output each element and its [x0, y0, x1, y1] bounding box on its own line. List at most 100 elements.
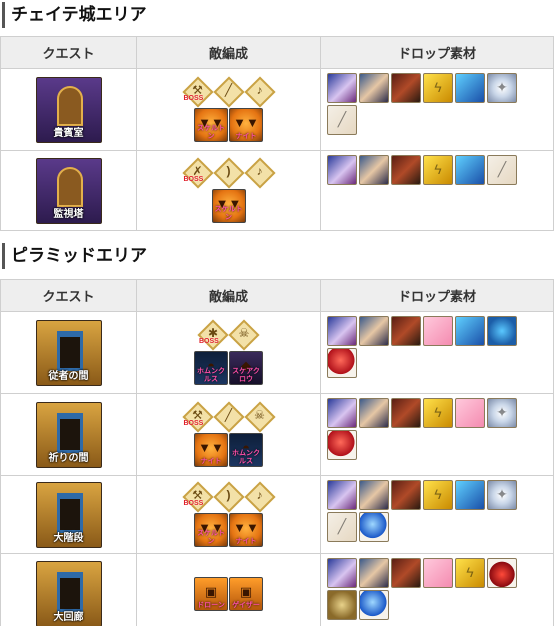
beast-card-icon[interactable]	[391, 558, 421, 588]
enemy-portrait-pumpkin[interactable]: ▼▼ ナイト	[194, 433, 228, 467]
cone-item-icon[interactable]	[455, 480, 485, 510]
table-row: 大回廊 ▣ ドローン ▣ ゲイザー ϟ	[0, 553, 554, 626]
drops-cell: ϟ ✦ ╱	[320, 475, 554, 554]
enemy-group: ⚒ BOSS) ♪ ▼▼ スケルトン ▼▼ ナイト	[137, 480, 320, 549]
door-icon	[56, 412, 83, 453]
red-drop-icon[interactable]	[487, 558, 517, 588]
red-orb-icon[interactable]	[327, 348, 357, 378]
staff-item-icon[interactable]: ╱	[327, 105, 357, 135]
pink-item-icon[interactable]	[455, 398, 485, 428]
beast-card-icon[interactable]	[391, 480, 421, 510]
quest-thumbnail[interactable]: 大階段	[35, 481, 102, 548]
lightning-item-icon[interactable]: ϟ	[423, 398, 453, 428]
enemy-cell: ⚒ BOSS ╱ ♪ ▼▼ スケルトン ▼▼ ナイト	[136, 68, 321, 151]
class-bow-icon: )	[212, 157, 245, 189]
horn-icon: ♪	[256, 488, 263, 502]
enemy-cell: ▣ ドローン ▣ ゲイザー	[136, 553, 321, 626]
enemy-group: ✗ BOSS) ♪ ▼▼ スケルトン	[137, 156, 320, 225]
cone-item-icon[interactable]	[455, 155, 485, 185]
drops-cell: ϟ ╱	[320, 150, 554, 231]
duo-card-icon[interactable]	[359, 155, 389, 185]
mage-card-icon[interactable]	[327, 398, 357, 428]
beast-card-icon[interactable]	[391, 316, 421, 346]
boss-badge: BOSS	[199, 338, 219, 345]
table-row: 祈りの間 ⚒ BOSS ╱ ☠ ▼▼ ナイト ◓ ホムンクルス ϟ ✦	[0, 393, 554, 476]
class-horn-icon: ♪	[243, 76, 276, 108]
duo-card-icon[interactable]	[359, 73, 389, 103]
beast-card-icon[interactable]	[391, 73, 421, 103]
duo-card-icon[interactable]	[359, 480, 389, 510]
class-wand-icon: ╱	[212, 401, 245, 433]
pink-item-icon[interactable]	[423, 558, 453, 588]
mage-card-icon[interactable]	[327, 316, 357, 346]
header-enemies: 敵編成	[136, 36, 321, 69]
mage-card-icon[interactable]	[327, 558, 357, 588]
enemy-name: ナイト	[235, 132, 257, 140]
enemy-portrait-pumpkin[interactable]: ▼▼ スケルトン	[194, 513, 228, 547]
enemy-class-row: ⚒ BOSS ╱ ♪	[181, 76, 276, 108]
enemy-portrait-orange[interactable]: ▣ ドローン	[194, 576, 228, 611]
lightning-item-icon[interactable]: ϟ	[423, 480, 453, 510]
mage-card-icon[interactable]	[327, 155, 357, 185]
blue-orb-icon[interactable]	[359, 512, 389, 542]
item-glyph: ϟ	[434, 404, 442, 420]
staff-item-icon[interactable]: ╱	[327, 512, 357, 542]
enemy-portrait-orange[interactable]: ▣ ゲイザー	[229, 576, 263, 611]
mage-card-icon[interactable]	[327, 480, 357, 510]
class-skull-icon: ☠	[243, 401, 276, 433]
enemy-portrait-pumpkin[interactable]: ▼▼ ナイト	[229, 108, 263, 142]
enemy-portrait-row: ◓ ホムンクルス ◆ スケアクロウ	[194, 351, 263, 385]
class-hammer-icon: ⚒ BOSS	[181, 401, 214, 433]
beast-card-icon[interactable]	[391, 398, 421, 428]
staff-item-icon[interactable]: ╱	[487, 155, 517, 185]
quest-thumbnail[interactable]: 祈りの間	[35, 401, 102, 468]
enemy-portrait-ghost[interactable]: ◓ ホムンクルス	[194, 351, 228, 385]
enemy-portrait-pumpkin[interactable]: ▼▼ スケルトン	[194, 108, 228, 142]
quest-table-pyramid: クエスト 敵編成 ドロップ素材 従者の間 ✱ BOSS ☠ ◓ ホムンクルス ◆ スケアクロウ…	[0, 279, 554, 626]
quest-thumbnail[interactable]: 従者の間	[35, 319, 102, 386]
duo-card-icon[interactable]	[359, 316, 389, 346]
gem-item-icon[interactable]: ✦	[487, 398, 517, 428]
quest-label: 祈りの間	[48, 452, 89, 464]
quest-label: 監視塔	[53, 208, 84, 220]
blue-orb-icon[interactable]	[359, 590, 389, 620]
mage-card-icon[interactable]	[327, 73, 357, 103]
boss-badge: BOSS	[183, 176, 204, 183]
enemy-portrait-ghost[interactable]: ◓ ホムンクルス	[229, 433, 263, 467]
cone-item-icon[interactable]	[455, 73, 485, 103]
table-header-row: クエスト 敵編成 ドロップ素材	[0, 279, 554, 312]
boss-badge: BOSS	[183, 500, 204, 507]
quest-thumbnail[interactable]: 監視塔	[35, 157, 102, 224]
door-icon	[56, 571, 83, 612]
red-orb-icon[interactable]	[327, 430, 357, 460]
quest-cell: 貴賓室	[0, 68, 137, 151]
gem-item-icon[interactable]: ✦	[487, 480, 517, 510]
pink-item-icon[interactable]	[423, 316, 453, 346]
enemy-cell: ✱ BOSS ☠ ◓ ホムンクルス ◆ スケアクロウ	[136, 311, 321, 394]
header-quest: クエスト	[0, 279, 137, 312]
enemy-portrait-dark[interactable]: ◆ スケアクロウ	[229, 351, 263, 385]
beast-card-icon[interactable]	[391, 155, 421, 185]
enemy-portrait-pumpkin[interactable]: ▼▼ ナイト	[229, 513, 263, 547]
boss-badge: BOSS	[183, 420, 204, 427]
enemy-class-row: ✱ BOSS ☠	[197, 319, 260, 351]
orange-face-icon: ▣	[204, 583, 218, 599]
duo-card-icon[interactable]	[359, 558, 389, 588]
ring-item-icon[interactable]	[327, 590, 357, 620]
quest-thumbnail[interactable]: 貴賓室	[35, 76, 102, 143]
drops-cell: ϟ	[320, 553, 554, 626]
cone-item-icon[interactable]	[455, 316, 485, 346]
lantern-item-icon[interactable]	[487, 316, 517, 346]
lightning-item-icon[interactable]: ϟ	[455, 558, 485, 588]
quest-thumbnail[interactable]: 大回廊	[35, 560, 102, 626]
lightning-item-icon[interactable]: ϟ	[423, 155, 453, 185]
enemy-portrait-pumpkin[interactable]: ▼▼ スケルトン	[211, 189, 246, 223]
quest-label: 大階段	[53, 532, 84, 544]
gem-item-icon[interactable]: ✦	[487, 73, 517, 103]
lightning-item-icon[interactable]: ϟ	[423, 73, 453, 103]
horn-icon: ♪	[256, 164, 263, 178]
duo-card-icon[interactable]	[359, 398, 389, 428]
enemy-class-row: ✗ BOSS) ♪	[181, 157, 276, 189]
quest-cell: 従者の間	[0, 311, 137, 394]
item-glyph: ✦	[496, 404, 508, 420]
